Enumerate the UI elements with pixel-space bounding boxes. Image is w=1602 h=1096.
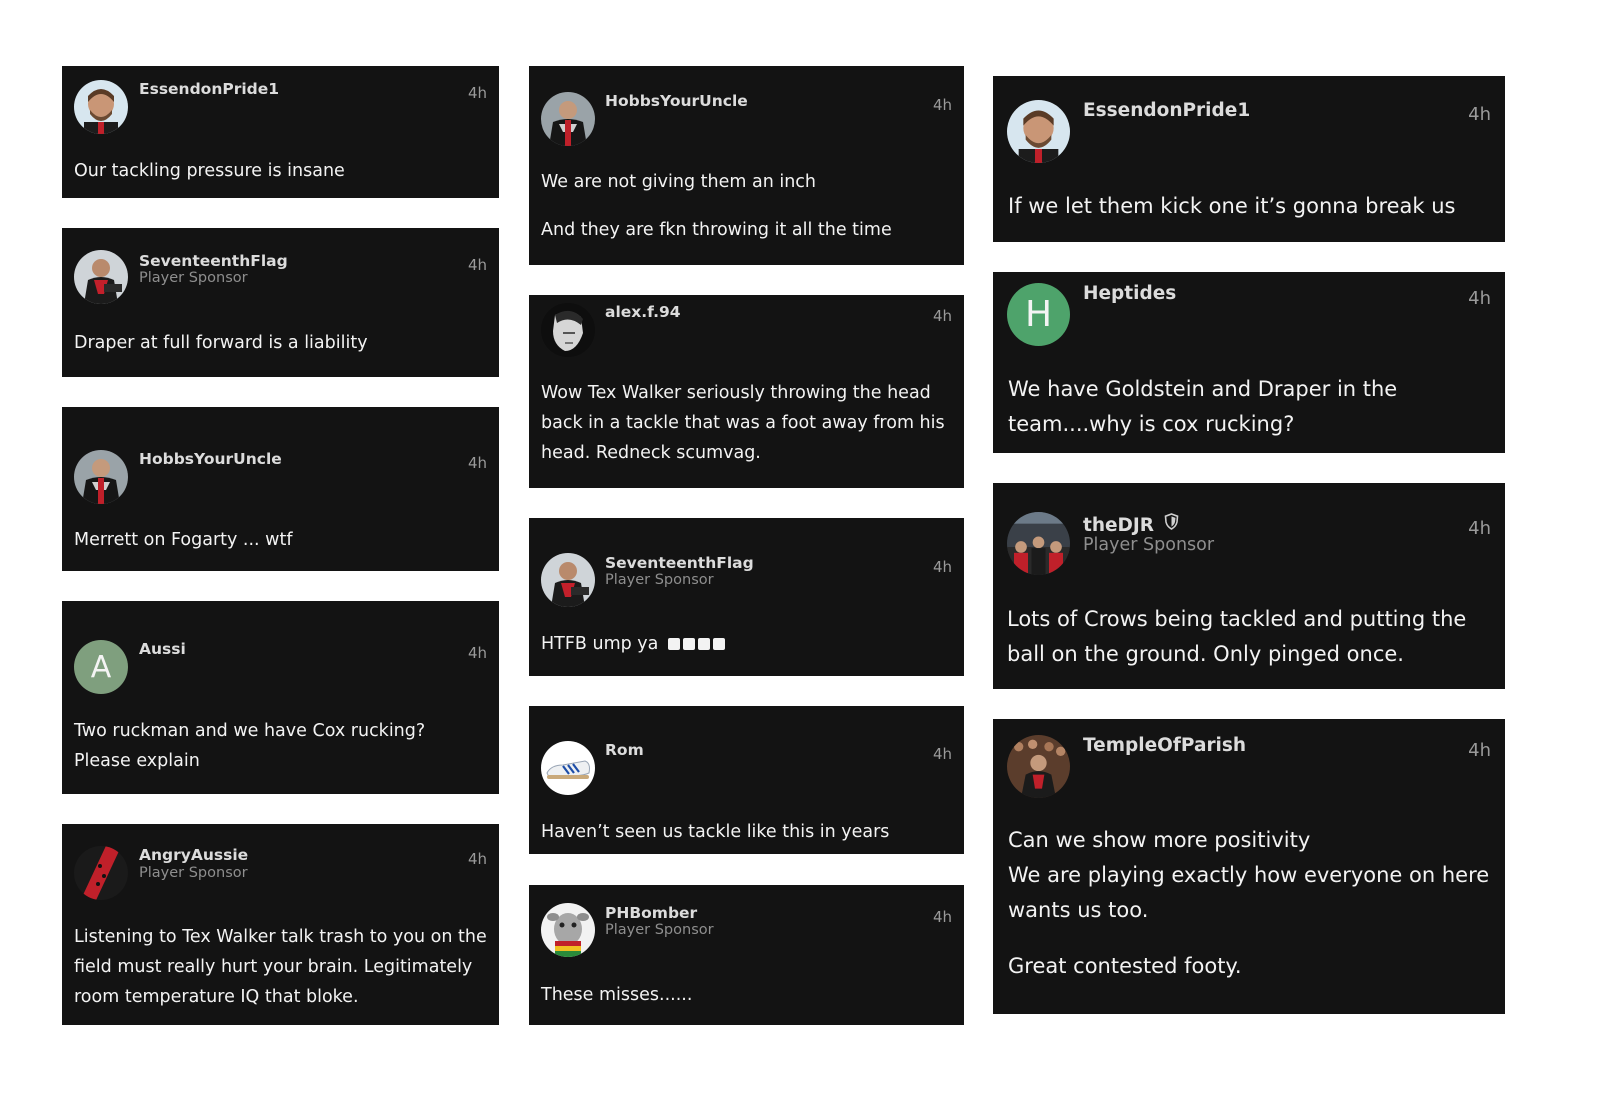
censored-squares-icon xyxy=(667,634,728,654)
timestamp: 4h xyxy=(1468,518,1491,539)
post-text: Merrett on Fogarty ... wtf xyxy=(74,530,293,550)
post-text-line: And they are fkn throwing it all the tim… xyxy=(541,220,892,240)
post-card[interactable]: alex.f.94 4h Wow Tex Walker seriously th… xyxy=(529,295,964,488)
username[interactable]: HobbsYourUncle xyxy=(139,450,282,468)
timestamp: 4h xyxy=(1468,104,1491,125)
timestamp: 4h xyxy=(932,307,952,325)
post-text-line: Great contested footy. xyxy=(1008,954,1242,978)
timestamp: 4h xyxy=(467,454,487,472)
post-card[interactable]: HobbsYourUncle 4h Merrett on Fogarty ...… xyxy=(62,407,499,571)
post-text: Haven’t seen us tackle like this in year… xyxy=(541,822,890,842)
post-card[interactable]: Rom 4h Haven’t seen us tackle like this … xyxy=(529,706,964,854)
post-text-line: We are playing exactly how everyone on h… xyxy=(1008,863,1490,922)
post-text: These misses...... xyxy=(541,985,693,1005)
post-card[interactable]: EssendonPride1 4h Our tackling pressure … xyxy=(62,66,499,198)
timestamp: 4h xyxy=(467,644,487,662)
post-card[interactable]: SeventeenthFlag Player Sponsor 4h Draper… xyxy=(62,228,499,377)
timestamp: 4h xyxy=(932,96,952,114)
post-card[interactable]: AngryAussie Player Sponsor 4h Listening … xyxy=(62,824,499,1025)
shield-icon xyxy=(1164,513,1179,535)
post-card[interactable]: theDJR Player Sponsor 4h Lots of Crows b… xyxy=(993,483,1505,689)
avatar[interactable] xyxy=(541,741,595,795)
post-text: Two ruckman and we have Cox rucking? Ple… xyxy=(74,721,426,771)
timestamp: 4h xyxy=(467,84,487,102)
post-card[interactable]: A Aussi 4h Two ruckman and we have Cox r… xyxy=(62,601,499,794)
avatar[interactable] xyxy=(74,450,128,504)
timestamp: 4h xyxy=(932,908,952,926)
avatar[interactable] xyxy=(74,250,128,304)
post-text-line: We are not giving them an inch xyxy=(541,172,817,192)
avatar[interactable]: H xyxy=(1007,283,1070,346)
post-card[interactable]: SeventeenthFlag Player Sponsor 4h HTFB u… xyxy=(529,518,964,676)
username[interactable]: Heptides xyxy=(1083,283,1176,304)
avatar[interactable] xyxy=(541,303,595,357)
post-text-line: Can we show more positivity xyxy=(1008,828,1311,852)
avatar[interactable] xyxy=(74,846,128,900)
avatar[interactable] xyxy=(1007,512,1070,575)
post-card[interactable]: HobbsYourUncle 4h We are not giving them… xyxy=(529,66,964,265)
avatar[interactable] xyxy=(541,553,595,607)
sponsor-badge: Player Sponsor xyxy=(139,865,248,881)
sponsor-badge: Player Sponsor xyxy=(605,922,714,938)
timestamp: 4h xyxy=(932,558,952,576)
post-card[interactable]: PHBomber Player Sponsor 4h These misses.… xyxy=(529,885,964,1025)
post-text-content: HTFB ump ya xyxy=(541,634,659,654)
post-text: If we let them kick one it’s gonna break… xyxy=(1008,194,1456,218)
post-text: We have Goldstein and Draper in the team… xyxy=(1008,377,1398,436)
username[interactable]: PHBomber xyxy=(605,904,697,922)
username[interactable]: HobbsYourUncle xyxy=(605,92,748,110)
post-text: Listening to Tex Walker talk trash to yo… xyxy=(74,927,487,1007)
post-card[interactable]: EssendonPride1 4h If we let them kick on… xyxy=(993,76,1505,242)
sponsor-badge: Player Sponsor xyxy=(1083,535,1215,555)
sponsor-badge: Player Sponsor xyxy=(139,270,248,286)
username[interactable]: EssendonPride1 xyxy=(1083,100,1250,121)
username[interactable]: Aussi xyxy=(139,640,186,658)
avatar[interactable] xyxy=(74,80,128,134)
username[interactable]: theDJR xyxy=(1083,513,1179,536)
post-text: HTFB ump ya xyxy=(541,629,951,659)
avatar[interactable] xyxy=(541,92,595,146)
timestamp: 4h xyxy=(1468,288,1491,309)
post-text: Can we show more positivity We are playi… xyxy=(1008,823,1493,984)
timestamp: 4h xyxy=(1468,740,1491,761)
timestamp: 4h xyxy=(932,745,952,763)
username[interactable]: alex.f.94 xyxy=(605,303,681,321)
post-text: Draper at full forward is a liability xyxy=(74,333,368,353)
username[interactable]: SeventeenthFlag xyxy=(605,554,754,572)
username[interactable]: SeventeenthFlag xyxy=(139,252,288,270)
timestamp: 4h xyxy=(467,256,487,274)
sponsor-badge: Player Sponsor xyxy=(605,572,714,588)
avatar[interactable] xyxy=(541,903,595,957)
post-text: Lots of Crows being tackled and putting … xyxy=(1007,607,1467,666)
post-text: Wow Tex Walker seriously throwing the he… xyxy=(541,383,945,463)
post-text: We are not giving them an inch And they … xyxy=(541,167,951,245)
avatar[interactable] xyxy=(1007,100,1070,163)
username[interactable]: EssendonPride1 xyxy=(139,80,279,98)
post-text: Our tackling pressure is insane xyxy=(74,161,345,181)
username[interactable]: Rom xyxy=(605,741,644,759)
timestamp: 4h xyxy=(467,850,487,868)
username[interactable]: AngryAussie xyxy=(139,846,248,864)
avatar[interactable]: A xyxy=(74,640,128,694)
username-text[interactable]: theDJR xyxy=(1083,515,1154,536)
post-card[interactable]: H Heptides 4h We have Goldstein and Drap… xyxy=(993,272,1505,453)
avatar[interactable] xyxy=(1007,735,1070,798)
post-card[interactable]: TempleOfParish 4h Can we show more posit… xyxy=(993,719,1505,1014)
username[interactable]: TempleOfParish xyxy=(1083,735,1246,756)
